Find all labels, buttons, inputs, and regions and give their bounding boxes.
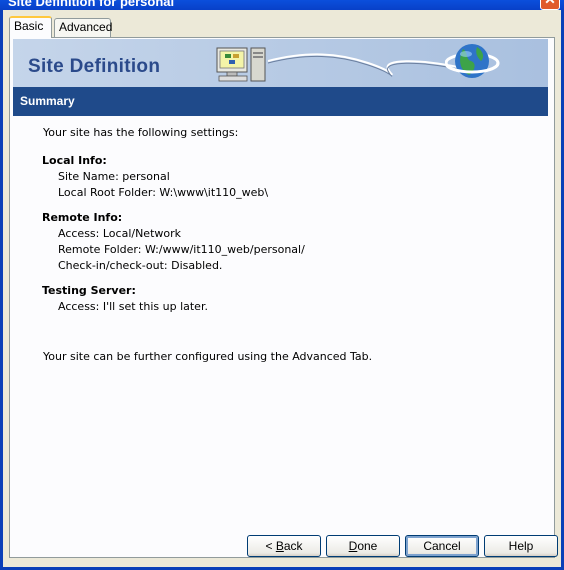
summary-title: Summary [20, 94, 75, 108]
remote-checkin: Check-in/check-out: Disabled. [58, 259, 223, 272]
back-button[interactable]: < Back [247, 535, 321, 557]
network-cable-graphic [268, 53, 458, 77]
help-button[interactable]: Help [484, 535, 558, 557]
remote-folder: Remote Folder: W:/www/it110_web/personal… [58, 243, 305, 256]
dialog-body: Basic Advanced Site Definition Summary Y… [3, 10, 561, 567]
local-root-folder: Local Root Folder: W:\www\it110_web\ [58, 186, 269, 199]
remote-access: Access: Local/Network [58, 227, 182, 240]
tab-advanced[interactable]: Advanced [54, 18, 112, 37]
tab-basic[interactable]: Basic [9, 16, 52, 38]
done-button[interactable]: Done [326, 535, 400, 557]
local-site-name: Site Name: personal [58, 170, 170, 183]
cancel-button[interactable]: Cancel [405, 535, 479, 557]
back-label-rest: ack [283, 539, 303, 553]
summary-content: Your site has the following settings: Lo… [13, 116, 548, 536]
banner-title: Site Definition [28, 56, 161, 77]
title-bar[interactable]: Site Definition for personal ✕ [0, 0, 564, 10]
dialog-window: Site Definition for personal ✕ Basic Adv… [0, 0, 564, 570]
tab-panel: Site Definition Summary Your site has th… [9, 37, 558, 558]
testing-server-heading: Testing Server: [42, 284, 136, 297]
summary-footer: Your site can be further configured usin… [43, 350, 373, 363]
window-title: Site Definition for personal [8, 0, 175, 9]
globe-icon [445, 44, 500, 78]
summary-intro: Your site has the following settings: [43, 126, 239, 139]
summary-header: Summary [13, 87, 548, 116]
close-icon: ✕ [544, 0, 556, 7]
banner: Site Definition [13, 39, 548, 87]
done-mnemonic: D [348, 539, 358, 553]
local-info-heading: Local Info: [42, 154, 107, 167]
remote-info-heading: Remote Info: [42, 211, 123, 224]
done-label-rest: one [357, 539, 378, 553]
computer-icon [216, 47, 266, 82]
testing-access: Access: I'll set this up later. [58, 300, 208, 313]
back-mnemonic: B [275, 539, 284, 553]
close-button[interactable]: ✕ [540, 0, 560, 10]
back-prefix: < [265, 539, 276, 553]
